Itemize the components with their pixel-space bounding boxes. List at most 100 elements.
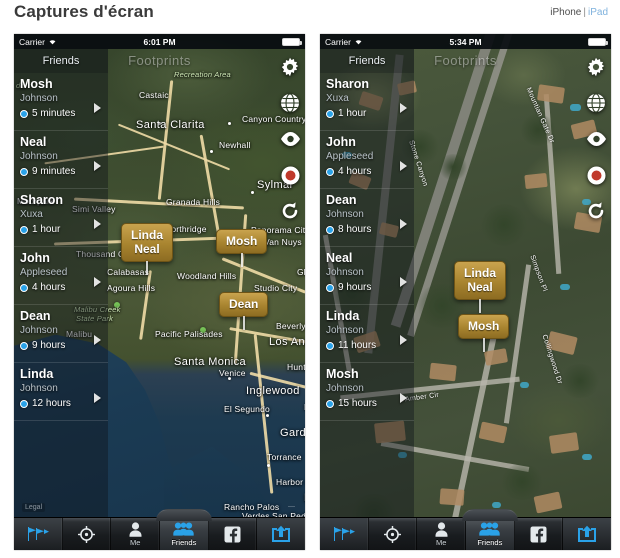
tab-compass[interactable] xyxy=(63,518,112,550)
tab-person[interactable]: Me xyxy=(111,518,161,550)
settings-gear-icon[interactable] xyxy=(279,56,301,78)
status-time: 5:34 PM xyxy=(449,36,482,47)
friend-elapsed-time: 9 minutes xyxy=(32,166,76,177)
refresh-icon[interactable] xyxy=(585,200,607,222)
tab-friends[interactable]: Friends xyxy=(461,509,518,550)
eye-icon[interactable] xyxy=(279,128,301,150)
friend-row[interactable]: Neal Johnson 9 hours xyxy=(320,247,414,305)
map-place-label: Santa Monica xyxy=(174,356,247,368)
friend-row[interactable]: Neal Johnson 9 minutes xyxy=(14,131,108,189)
friend-last-name: Appleseed xyxy=(20,267,68,278)
friend-meta: 11 hours xyxy=(326,340,408,351)
friend-first-name: John xyxy=(20,251,50,265)
globe-icon[interactable] xyxy=(279,92,301,114)
friends-list[interactable]: Sharon Xuxa 1 hour John Appleseed 4 hours Dean… xyxy=(320,73,414,421)
status-dot-icon xyxy=(326,167,334,176)
map-place-label: Hawthorne xyxy=(304,402,305,412)
person-icon xyxy=(129,521,142,537)
map-controls[interactable] xyxy=(279,56,301,222)
friend-last-name: Johnson xyxy=(20,383,58,394)
disclosure-arrow-icon[interactable] xyxy=(400,277,407,287)
tab-flags[interactable] xyxy=(14,518,63,550)
disclosure-arrow-icon[interactable] xyxy=(94,219,101,229)
facebook-icon xyxy=(224,526,241,543)
battery-icon xyxy=(588,38,608,46)
platform-link-ipad[interactable]: iPad xyxy=(588,7,608,18)
platform-switcher: iPhone | iPad xyxy=(550,7,608,18)
tab-label: Me xyxy=(129,537,141,547)
status-time: 6:01 PM xyxy=(143,36,176,47)
disclosure-arrow-icon[interactable] xyxy=(400,335,407,345)
page-header: Captures d'écran iPhone | iPad xyxy=(0,0,620,30)
friends-list[interactable]: Mosh Johnson 5 minutes Neal Johnson 9 minutes… xyxy=(14,73,108,421)
friend-meta: 5 minutes xyxy=(20,108,102,119)
platform-link-iphone[interactable]: iPhone xyxy=(550,7,581,18)
map-place-label: Simpson Pl xyxy=(528,254,549,293)
friend-row[interactable]: Dean Johnson 9 hours xyxy=(14,305,108,363)
globe-icon[interactable] xyxy=(585,92,607,114)
friend-row[interactable]: Mosh Johnson 5 minutes xyxy=(14,73,108,131)
settings-gear-icon[interactable] xyxy=(585,56,607,78)
friend-last-name: Xuxa xyxy=(20,209,43,220)
map-pin-callout[interactable]: Linda Neal xyxy=(454,261,506,313)
friend-row[interactable]: Sharon Xuxa 1 hour xyxy=(320,73,414,131)
friends-sidebar[interactable]: Friends Sharon Xuxa 1 hour John Appleseed 4 h… xyxy=(320,49,414,517)
disclosure-arrow-icon[interactable] xyxy=(400,393,407,403)
disclosure-arrow-icon[interactable] xyxy=(94,161,101,171)
tab-bar[interactable]: Me Friends xyxy=(14,509,305,550)
tab-facebook[interactable] xyxy=(515,518,564,550)
tab-share[interactable] xyxy=(257,518,305,550)
tab-compass[interactable] xyxy=(369,518,418,550)
friend-meta: 9 hours xyxy=(20,340,102,351)
friends-sidebar[interactable]: Friends Mosh Johnson 5 minutes Neal Johnson 9… xyxy=(14,49,108,517)
refresh-icon[interactable] xyxy=(279,200,301,222)
map-place-label: Los Angeles xyxy=(269,336,305,348)
tab-share[interactable] xyxy=(563,518,611,550)
tab-flags[interactable] xyxy=(320,518,369,550)
friend-row[interactable]: Sharon Xuxa 1 hour xyxy=(14,189,108,247)
friend-row[interactable]: John Appleseed 4 hours xyxy=(14,247,108,305)
eye-icon[interactable] xyxy=(585,128,607,150)
friends-icon xyxy=(173,522,195,537)
tab-friends[interactable]: Friends xyxy=(155,509,212,550)
disclosure-arrow-icon[interactable] xyxy=(400,161,407,171)
disclosure-arrow-icon[interactable] xyxy=(400,219,407,229)
map-place-label: Santa Clarita xyxy=(136,119,205,131)
map-place-label: Pacific Palisades xyxy=(155,329,223,339)
map-pin-callout[interactable]: Mosh xyxy=(216,229,268,267)
screenshot-ipad: Mountian Gate Dr Stone Canyon Simpson Pl Am… xyxy=(320,34,611,550)
friends-icon xyxy=(479,522,501,537)
status-dot-icon xyxy=(20,283,28,292)
map-pin-callout[interactable]: Linda Neal xyxy=(121,223,173,275)
friend-first-name: Dean xyxy=(326,193,357,207)
tab-bar[interactable]: Me Friends xyxy=(320,509,611,550)
friend-first-name: John xyxy=(326,135,356,149)
disclosure-arrow-icon[interactable] xyxy=(94,103,101,113)
disclosure-arrow-icon[interactable] xyxy=(94,393,101,403)
tab-facebook[interactable] xyxy=(209,518,258,550)
tab-selected-notch xyxy=(461,509,518,521)
map-place-label: Glendale xyxy=(297,267,305,277)
friend-row[interactable]: Dean Johnson 8 hours xyxy=(320,189,414,247)
friend-row[interactable]: Linda Johnson 11 hours xyxy=(320,305,414,363)
status-dot-icon xyxy=(326,341,334,350)
disclosure-arrow-icon[interactable] xyxy=(400,103,407,113)
map-pin-callout[interactable]: Mosh xyxy=(458,314,510,352)
tab-person[interactable]: Me xyxy=(417,518,467,550)
disclosure-arrow-icon[interactable] xyxy=(94,335,101,345)
map-place-label: Newhall xyxy=(219,140,251,150)
friend-row[interactable]: John Appleseed 4 hours xyxy=(320,131,414,189)
app-title-watermark: Footprints xyxy=(434,53,497,68)
disclosure-arrow-icon[interactable] xyxy=(94,277,101,287)
map-pin-callout[interactable]: Dean xyxy=(219,292,269,330)
map-place-label: Beverly Hills xyxy=(276,321,305,331)
record-icon[interactable] xyxy=(279,164,301,186)
friend-row[interactable]: Linda Johnson 12 hours xyxy=(14,363,108,421)
map-place-label: Calabasas xyxy=(107,267,149,277)
record-icon[interactable] xyxy=(585,164,607,186)
friend-row[interactable]: Mosh Johnson 15 hours xyxy=(320,363,414,421)
legal-link[interactable]: Legal xyxy=(22,503,46,512)
friend-last-name: Johnson xyxy=(326,209,364,220)
map-controls[interactable] xyxy=(585,56,607,222)
tab-label: Me xyxy=(435,537,447,547)
